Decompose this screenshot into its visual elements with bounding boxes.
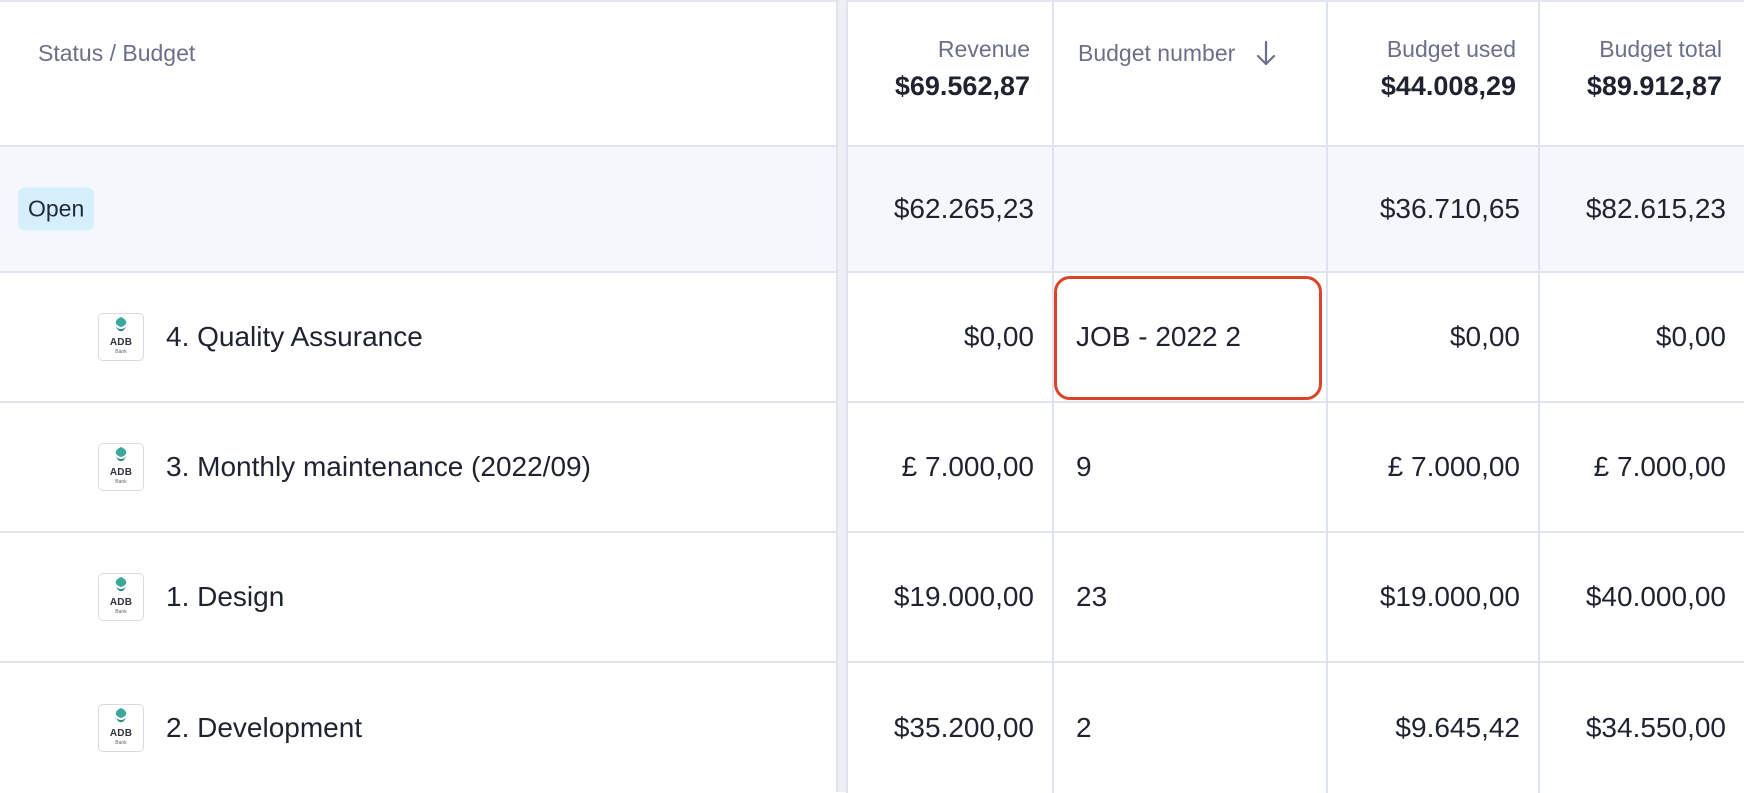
header-revenue[interactable]: Revenue $69.562,87 <box>846 2 1052 145</box>
row-name-cell[interactable]: ADB Bank 2. Development <box>0 663 836 793</box>
group-budget-total-cell: $82.615,23 <box>1538 147 1744 271</box>
row-budget-total: $40.000,00 <box>1585 581 1726 612</box>
row-revenue: $35.200,00 <box>893 712 1034 743</box>
row-budget-total-cell: $40.000,00 <box>1538 533 1744 661</box>
header-budget-number[interactable]: Budget number <box>1052 2 1326 145</box>
group-status-cell: Open <box>0 147 836 271</box>
row-budget-total-cell: $0,00 <box>1538 273 1744 401</box>
row-budget-number-cell[interactable]: 23 <box>1052 533 1326 661</box>
selected-cell-highlight <box>1054 276 1322 400</box>
frozen-column-divider[interactable] <box>836 0 846 792</box>
row-name-cell[interactable]: ADB Bank 4. Quality Assurance <box>0 273 836 401</box>
row-revenue-cell: $19.000,00 <box>846 533 1052 661</box>
row-budget-number[interactable]: 23 <box>1076 581 1107 613</box>
row-budget-used-cell: $9.645,42 <box>1326 663 1538 793</box>
header-budget-total-total: $89.912,87 <box>1586 71 1722 101</box>
row-budget-total-cell: £ 7.000,00 <box>1538 403 1744 531</box>
group-budget-used: $36.710,65 <box>1379 193 1520 224</box>
row-budget-number-cell[interactable]: 9 <box>1052 403 1326 531</box>
row-budget-number[interactable]: 9 <box>1076 451 1092 483</box>
row-budget-used: $19.000,00 <box>1379 581 1520 612</box>
row-revenue: £ 7.000,00 <box>901 451 1034 482</box>
header-budget-used-total: $44.008,29 <box>1380 71 1516 101</box>
table-row[interactable]: ADB Bank 1. Design $19.000,00 23 $19.000… <box>0 533 1744 663</box>
table-row[interactable]: ADB Bank 3. Monthly maintenance (2022/09… <box>0 403 1744 533</box>
budget-name[interactable]: 3. Monthly maintenance (2022/09) <box>166 451 591 483</box>
budget-name[interactable]: 4. Quality Assurance <box>166 321 423 353</box>
header-budget-used-label: Budget used <box>1386 36 1516 62</box>
header-revenue-total: $69.562,87 <box>894 71 1030 101</box>
budget-table: Status / Budget Revenue $69.562,87 Budge… <box>0 0 1744 793</box>
header-budget-total-label: Budget total <box>1599 36 1722 62</box>
table-row[interactable]: ADB Bank 4. Quality Assurance $0,00 JOB … <box>0 273 1744 403</box>
row-budget-number-cell[interactable]: 2 <box>1052 663 1326 793</box>
row-budget-total-cell: $34.550,00 <box>1538 663 1744 793</box>
group-revenue-cell: $62.265,23 <box>846 147 1052 271</box>
row-budget-used: $9.645,42 <box>1395 712 1520 743</box>
header-budget-used[interactable]: Budget used $44.008,29 <box>1326 2 1538 145</box>
row-name-cell[interactable]: ADB Bank 3. Monthly maintenance (2022/09… <box>0 403 836 531</box>
table-row[interactable]: ADB Bank 2. Development $35.200,00 2 $9.… <box>0 663 1744 793</box>
adb-bank-logo: ADB Bank <box>98 313 144 361</box>
group-revenue: $62.265,23 <box>893 193 1034 224</box>
status-badge: Open <box>18 187 95 231</box>
group-budget-total: $82.615,23 <box>1585 193 1726 224</box>
row-budget-used: £ 7.000,00 <box>1387 451 1520 482</box>
adb-bank-logo: ADB Bank <box>98 704 144 752</box>
header-budget-number-label: Budget number <box>1078 39 1236 66</box>
row-budget-total: $34.550,00 <box>1585 712 1726 743</box>
row-revenue: $19.000,00 <box>893 581 1034 612</box>
table-header-row: Status / Budget Revenue $69.562,87 Budge… <box>0 0 1744 147</box>
row-budget-number[interactable]: 2 <box>1076 712 1092 744</box>
row-revenue-cell: £ 7.000,00 <box>846 403 1052 531</box>
header-budget-total[interactable]: Budget total $89.912,87 <box>1538 2 1744 145</box>
budget-name[interactable]: 2. Development <box>166 712 362 744</box>
group-budget-number-cell <box>1052 147 1326 271</box>
row-budget-total: £ 7.000,00 <box>1593 451 1726 482</box>
group-budget-used-cell: $36.710,65 <box>1326 147 1538 271</box>
row-budget-used-cell: £ 7.000,00 <box>1326 403 1538 531</box>
adb-bank-logo: ADB Bank <box>98 573 144 621</box>
row-revenue-cell: $35.200,00 <box>846 663 1052 793</box>
row-budget-used-cell: $0,00 <box>1326 273 1538 401</box>
row-budget-used-cell: $19.000,00 <box>1326 533 1538 661</box>
header-status-label: Status / Budget <box>38 40 196 66</box>
header-status-budget[interactable]: Status / Budget <box>0 2 836 145</box>
row-revenue-cell: $0,00 <box>846 273 1052 401</box>
group-row-open[interactable]: Open $62.265,23 $36.710,65 $82.615,23 <box>0 147 1744 273</box>
row-name-cell[interactable]: ADB Bank 1. Design <box>0 533 836 661</box>
row-budget-total: $0,00 <box>1655 321 1726 352</box>
adb-bank-logo: ADB Bank <box>98 443 144 491</box>
row-budget-used: $0,00 <box>1449 321 1520 352</box>
budget-name[interactable]: 1. Design <box>166 581 284 613</box>
header-revenue-label: Revenue <box>937 36 1030 62</box>
arrow-down-icon[interactable] <box>1255 38 1277 68</box>
row-revenue: $0,00 <box>963 321 1034 352</box>
